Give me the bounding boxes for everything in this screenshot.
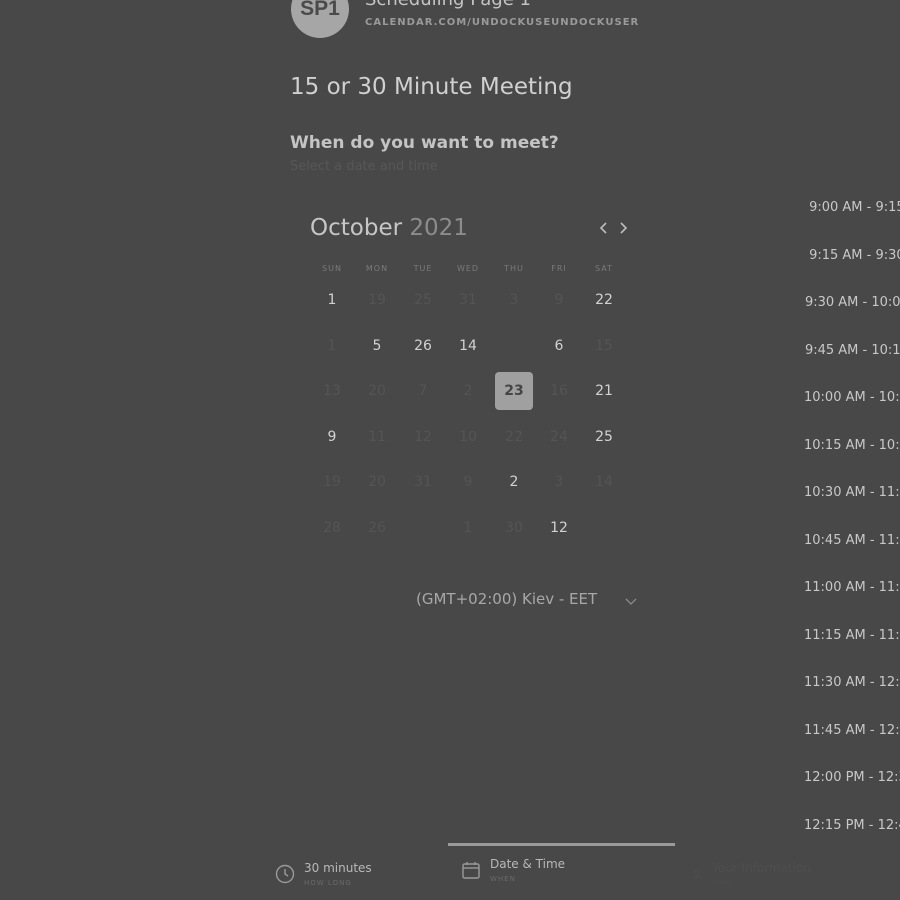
clock-icon [275,864,295,884]
calendar-day-selected[interactable]: 23 [495,372,533,410]
calendar-day: 3 [554,474,564,490]
calendar-day[interactable]: 9 [313,418,351,456]
calendar-day: 2 [463,383,473,399]
step-subtitle: HOW LONG [304,879,352,887]
calendar-year: 2021 [409,215,468,241]
calendar-day: 22 [505,429,523,445]
meeting-subtitle: Select a date and time [290,159,438,174]
calendar-day: 20 [368,474,386,490]
calendar-day: 31 [414,474,432,490]
time-slot[interactable]: 11:15 AM - 11:45 AM [804,628,900,643]
time-slot[interactable]: 11:00 AM - 11:30 AM [804,580,900,595]
prev-month-button[interactable] [593,216,613,240]
calendar-day: 12 [414,429,432,445]
calendar-day[interactable]: 5 [358,327,396,365]
meeting-question: When do you want to meet? [290,133,559,153]
scheduling-page-url[interactable]: CALENDAR.COM/UNDOCKUSEUNDOCKUSER [365,17,639,28]
weekday-label: SAT [595,264,613,273]
calendar-day[interactable]: 12 [540,509,578,547]
calendar-day: 31 [459,292,477,308]
weekday-label: SUN [322,264,342,273]
time-slot[interactable]: 10:30 AM - 11:00 AM [804,485,900,500]
calendar-day: 9 [554,292,564,308]
calendar-day: 13 [323,383,341,399]
active-step-indicator [448,843,675,846]
calendar-day: 30 [505,520,523,536]
chevron-right-icon [620,222,628,234]
time-slot[interactable]: 10:00 AM - 10:30 AM [804,390,900,405]
calendar-day: 1 [463,520,473,536]
step-title: 30 minutes [304,861,372,875]
calendar-day: 24 [550,429,568,445]
next-month-button[interactable] [614,216,634,240]
chevron-down-icon [625,598,637,605]
step-title: Date & Time [490,857,566,871]
time-slot[interactable]: 9:00 AM - 9:15 AM [804,200,900,215]
calendar-day[interactable]: 14 [449,327,487,365]
time-slot[interactable]: 9:15 AM - 9:30 AM [804,248,900,263]
calendar-day[interactable]: 6 [540,327,578,365]
calendar-day: 7 [418,383,428,399]
calendar-day[interactable]: 26 [404,327,442,365]
calendar-day: 20 [368,383,386,399]
time-slot[interactable]: 12:15 PM - 12:45 PM [804,818,900,833]
calendar-day: 3 [509,292,519,308]
weekday-label: THU [504,264,524,273]
step-subtitle: WHO [712,879,733,887]
calendar-day: 15 [595,338,613,354]
calendar-day: 16 [550,383,568,399]
weekday-label: FRI [551,264,567,273]
time-slot[interactable]: 12:00 PM - 12:30 PM [804,770,900,785]
step-title: Your Information [712,861,811,875]
weekday-label: WED [456,264,480,273]
time-slot[interactable]: 11:30 AM - 12:00 PM [804,675,900,690]
calendar-day[interactable]: 21 [585,372,623,410]
calendar-day: 25 [414,292,432,308]
avatar-initials: SP1 [300,0,340,20]
calendar-icon [462,862,480,879]
calendar-day: 28 [323,520,341,536]
calendar-day: 14 [595,474,613,490]
calendar-day[interactable]: 25 [585,418,623,456]
time-slot[interactable]: 10:45 AM - 11:15 AM [804,533,900,548]
calendar-day: 10 [459,429,477,445]
calendar-month-year: October 2021 [310,215,468,241]
step-date-time[interactable]: Date & Time WHEN [460,852,565,896]
chevron-left-icon [599,222,607,234]
calendar-month: October [310,215,403,241]
calendar-day: 26 [368,520,386,536]
calendar-day: 11 [368,429,386,445]
step-information[interactable]: Your Information WHO [690,856,811,900]
calendar-day[interactable]: 22 [585,281,623,319]
scheduling-page-name: Scheduling Page 1 [365,0,531,10]
calendar-day: 1 [327,338,337,354]
weekday-label: TUE [413,264,433,273]
calendar-day: 19 [368,292,386,308]
weekday-label: MON [365,264,389,273]
time-slot[interactable]: 9:30 AM - 10:00 AM [804,295,900,310]
time-slot[interactable]: 10:15 AM - 10:45 AM [804,438,900,453]
step-subtitle: WHEN [490,875,516,883]
event-title: 15 or 30 Minute Meeting [290,74,573,100]
calendar-day: 19 [323,474,341,490]
calendar-day: 9 [463,474,473,490]
person-icon [692,869,702,880]
time-slot[interactable]: 11:45 AM - 12:15 PM [804,723,900,738]
calendar-day[interactable]: 2 [495,463,533,501]
calendar-day[interactable]: 1 [313,281,351,319]
avatar: SP1 [291,0,349,38]
step-duration[interactable]: 30 minutes HOW LONG [274,856,372,900]
time-slot[interactable]: 9:45 AM - 10:15 AM [804,343,900,358]
timezone-select[interactable]: (GMT+02:00) Kiev - EET [416,590,597,608]
